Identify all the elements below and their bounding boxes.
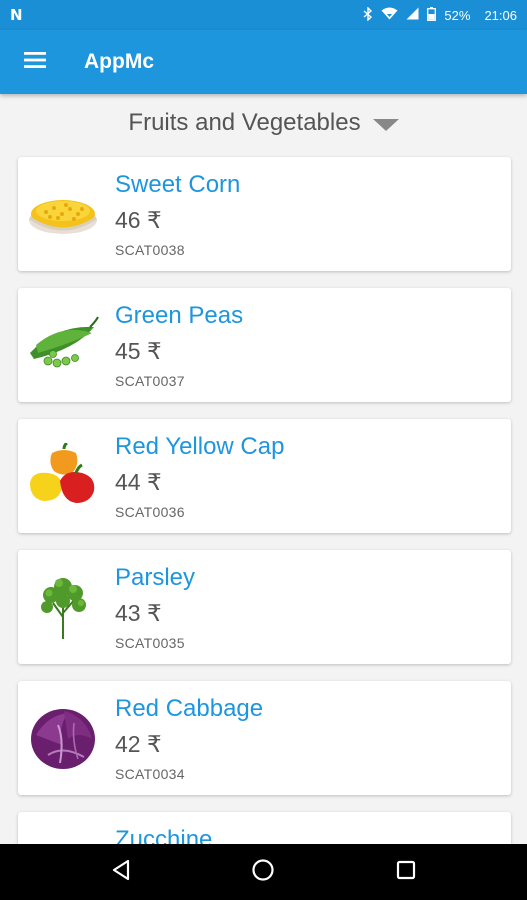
bell-pepper-image [26, 439, 100, 513]
recents-square-icon [396, 860, 416, 885]
battery-icon [427, 6, 437, 24]
product-name: Red Cabbage [115, 695, 264, 722]
product-card[interactable]: Parsley 43 ₹ SCAT0035 [18, 550, 511, 664]
signal-icon [406, 7, 419, 23]
red-cabbage-image [26, 701, 100, 775]
system-nav-bar [0, 844, 527, 900]
product-name: Zucchine [115, 826, 213, 845]
product-card[interactable]: Sweet Corn 46 ₹ SCAT0038 [18, 157, 511, 271]
product-code: SCAT0037 [115, 373, 185, 389]
battery-percent: 52% [444, 7, 471, 23]
wifi-icon [381, 7, 398, 23]
product-name: Sweet Corn [115, 171, 241, 198]
app-title: AppMc [84, 50, 154, 73]
product-code: SCAT0038 [115, 242, 185, 258]
product-card[interactable]: Zucchine [18, 812, 511, 845]
home-button[interactable] [233, 844, 293, 900]
status-bar: N 52% 21:06 [0, 0, 527, 30]
product-list[interactable]: Sweet Corn 46 ₹ SCAT0038 Green Peas 45 ₹… [0, 155, 527, 845]
product-price: 46 ₹ [115, 207, 162, 233]
green-peas-image [26, 308, 100, 382]
hamburger-menu-icon [23, 51, 47, 74]
product-code: SCAT0034 [115, 766, 185, 782]
product-card[interactable]: Red Cabbage 42 ₹ SCAT0034 [18, 681, 511, 795]
category-dropdown[interactable]: Fruits and Vegetables [0, 100, 527, 146]
product-code: SCAT0035 [115, 635, 185, 651]
clock: 21:06 [484, 7, 517, 23]
bluetooth-icon [363, 5, 373, 24]
dropdown-arrow-icon [372, 119, 399, 131]
product-name: Green Peas [115, 302, 244, 329]
back-triangle-icon [111, 859, 131, 886]
recents-button[interactable] [376, 844, 436, 900]
product-name: Red Yellow Cap [115, 433, 285, 460]
product-card[interactable]: Green Peas 45 ₹ SCAT0037 [18, 288, 511, 402]
notification-n-icon: N [10, 6, 23, 24]
category-selected-label: Fruits and Vegetables [128, 109, 361, 136]
sweet-corn-image [26, 177, 100, 251]
home-circle-icon [251, 858, 275, 887]
product-price: 44 ₹ [115, 469, 162, 495]
product-price: 43 ₹ [115, 600, 162, 626]
menu-button[interactable] [0, 30, 70, 94]
parsley-image [26, 570, 100, 644]
product-card[interactable]: Red Yellow Cap 44 ₹ SCAT0036 [18, 419, 511, 533]
product-price: 42 ₹ [115, 731, 162, 757]
back-button[interactable] [91, 844, 151, 900]
product-price: 45 ₹ [115, 338, 162, 364]
product-name: Parsley [115, 564, 196, 591]
app-bar: AppMc [0, 30, 527, 94]
product-code: SCAT0036 [115, 504, 185, 520]
